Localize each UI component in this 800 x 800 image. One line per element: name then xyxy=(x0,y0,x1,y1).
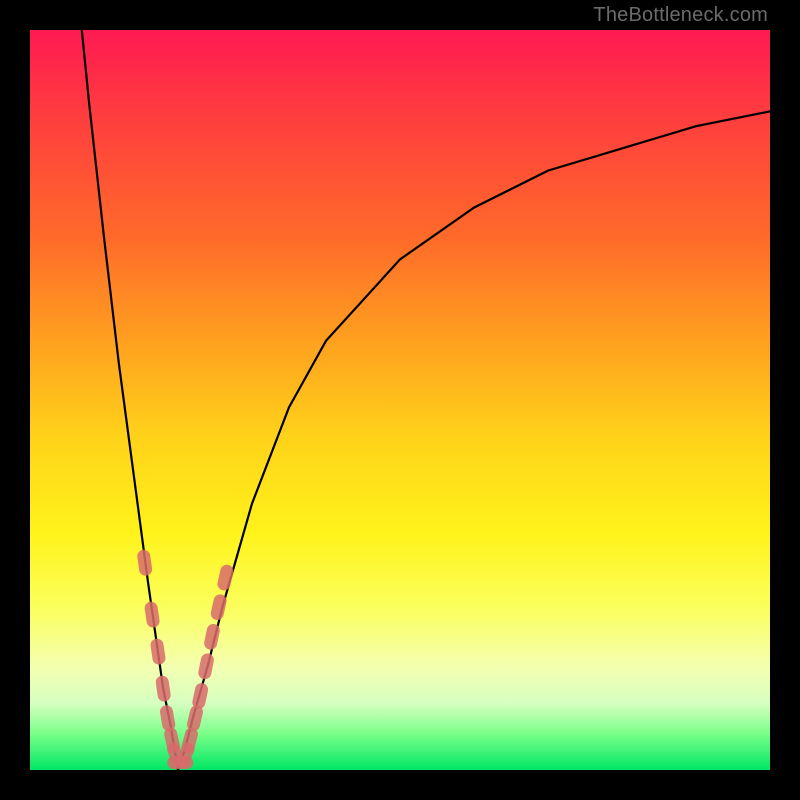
chart-frame: TheBottleneck.com xyxy=(0,0,800,800)
marker-point xyxy=(210,593,228,621)
marker-point xyxy=(197,652,215,680)
curve-layer xyxy=(30,30,770,770)
marker-point xyxy=(150,638,167,666)
marker-cluster xyxy=(136,549,234,770)
marker-point xyxy=(159,704,176,732)
marker-point xyxy=(186,704,205,732)
plot-area xyxy=(30,30,770,770)
marker-point xyxy=(191,682,209,710)
marker-point xyxy=(136,549,153,577)
marker-point xyxy=(155,675,172,703)
marker-point xyxy=(203,623,221,651)
curve-right-branch xyxy=(178,111,770,770)
watermark-text: TheBottleneck.com xyxy=(593,4,768,27)
marker-point xyxy=(144,601,161,629)
marker-point xyxy=(180,726,199,754)
marker-point xyxy=(216,563,234,591)
